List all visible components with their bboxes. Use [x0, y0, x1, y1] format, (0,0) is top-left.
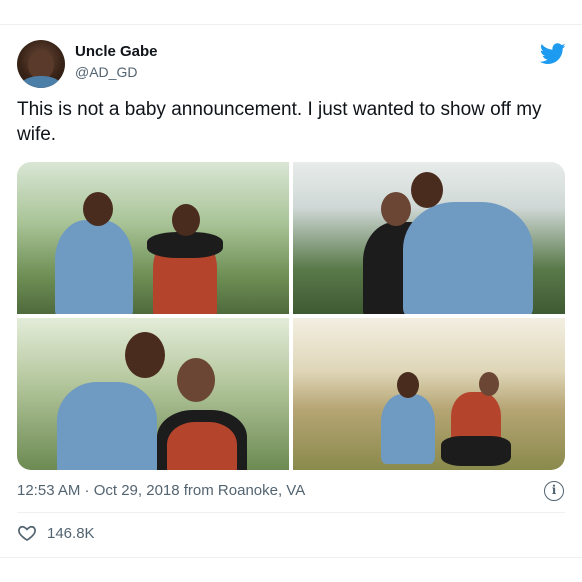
timestamp[interactable]: 12:53 AM · Oct 29, 2018 from Roanoke, VA: [17, 482, 305, 499]
heart-icon[interactable]: [17, 523, 37, 543]
divider: [17, 512, 565, 513]
photo-1[interactable]: [17, 162, 289, 314]
author-name[interactable]: Uncle Gabe: [75, 43, 158, 60]
photo-3[interactable]: [17, 318, 289, 470]
photo-2[interactable]: [293, 162, 565, 314]
tweet-text: This is not a baby announcement. I just …: [17, 99, 542, 145]
like-button[interactable]: 146.8K: [17, 523, 95, 543]
twitter-bird-icon[interactable]: [540, 43, 566, 65]
photo-grid: [17, 162, 565, 470]
photo-4[interactable]: [293, 318, 565, 470]
author-handle[interactable]: @AD_GD: [75, 64, 137, 80]
info-icon[interactable]: i: [544, 481, 564, 501]
tweet-card[interactable]: Uncle Gabe @AD_GD This is not a baby ann…: [0, 24, 582, 558]
like-count: 146.8K: [47, 524, 95, 542]
avatar[interactable]: [17, 40, 65, 88]
